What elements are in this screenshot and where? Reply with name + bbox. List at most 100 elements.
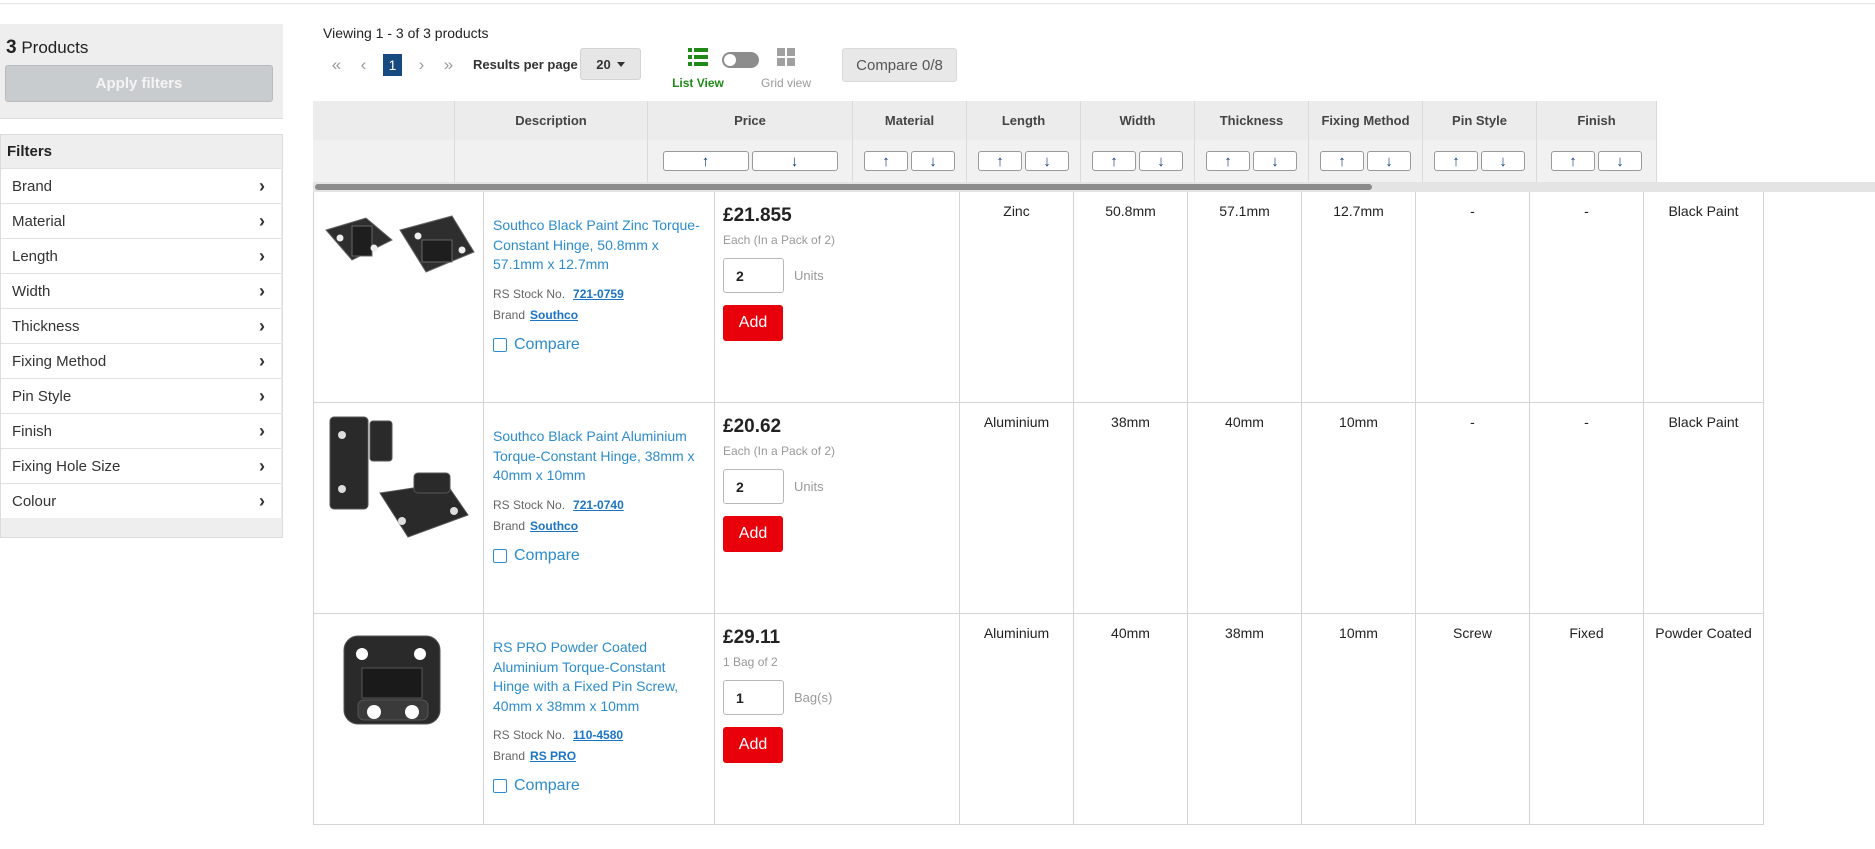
filter-label: Fixing Hole Size [12, 457, 121, 475]
results-per-page-select[interactable]: 20 [580, 48, 641, 80]
product-image[interactable] [322, 200, 478, 310]
column-header-length: Length [967, 101, 1081, 140]
compare-checkbox[interactable]: Compare [493, 336, 705, 354]
filter-label: Material [12, 212, 66, 230]
prev-page-icon[interactable]: ‹ [350, 55, 377, 75]
sort-ascending-button[interactable]: ↑ [1551, 151, 1595, 171]
stock-number-link[interactable]: 721-0740 [573, 498, 624, 512]
scrollbar-thumb[interactable] [315, 184, 1372, 190]
table-row: RS PRO Powder Coated Aluminium Torque-Co… [313, 614, 1764, 825]
add-to-basket-button[interactable]: Add [723, 727, 783, 763]
pack-info: Each (In a Pack of 2) [723, 233, 836, 247]
stock-number-link[interactable]: 721-0759 [573, 287, 624, 301]
attr-pin-style: - [1530, 403, 1644, 613]
sort-ascending-button[interactable]: ↑ [662, 151, 749, 171]
attr-thickness: 12.7mm [1302, 192, 1416, 402]
quantity-input[interactable]: 2 [723, 258, 784, 293]
filter-finish[interactable]: Finish › [1, 413, 281, 448]
compare-checkbox[interactable]: Compare [493, 777, 705, 795]
checkbox-icon[interactable] [493, 779, 507, 793]
compare-checkbox[interactable]: Compare [493, 547, 705, 565]
add-to-basket-button[interactable]: Add [723, 305, 783, 341]
checkbox-icon[interactable] [493, 548, 507, 563]
filter-thickness[interactable]: Thickness › [1, 308, 281, 343]
brand-link[interactable]: Southco [530, 308, 578, 322]
sort-descending-button[interactable]: ↓ [1481, 151, 1525, 171]
table-row: Southco Black Paint Aluminium Torque-Con… [313, 403, 1764, 614]
filter-fixing-method[interactable]: Fixing Method › [1, 343, 281, 378]
chevron-right-icon: › [259, 350, 265, 371]
last-page-icon[interactable]: » [435, 55, 462, 75]
sort-descending-button[interactable]: ↓ [1367, 151, 1411, 171]
filter-width[interactable]: Width › [1, 273, 281, 308]
brand: Brand Southco [493, 519, 705, 533]
product-image-cell [314, 614, 484, 824]
chevron-right-icon: › [259, 210, 265, 231]
table-header-row: Description Price Material Length Width Thick… [313, 101, 1657, 140]
quantity-input[interactable]: 2 [723, 469, 784, 504]
compare-label: Compare [514, 335, 580, 353]
attr-length: 50.8mm [1074, 192, 1188, 402]
sort-ascending-button[interactable]: ↑ [1206, 151, 1250, 171]
product-image[interactable] [322, 413, 478, 543]
checkbox-icon[interactable] [493, 337, 507, 352]
brand-label: Brand [493, 307, 526, 322]
filter-material[interactable]: Material › [1, 203, 281, 238]
brand: Brand RS PRO [493, 749, 705, 763]
attr-pin-style: Fixed [1530, 614, 1644, 824]
product-title-link[interactable]: Southco Black Paint Zinc Torque-Constant… [493, 216, 705, 275]
quantity-input[interactable]: 1 [723, 680, 784, 715]
column-header-description: Description [455, 101, 648, 140]
product-image-cell [314, 403, 484, 613]
filter-label: Fixing Method [12, 352, 107, 370]
attr-fixing-method: - [1416, 403, 1530, 613]
product-title-link[interactable]: RS PRO Powder Coated Aluminium Torque-Co… [493, 638, 705, 716]
first-page-icon[interactable]: « [323, 55, 350, 75]
pagination: « ‹ 1 › » [323, 53, 462, 77]
stock-number-link[interactable]: 110-4580 [573, 728, 623, 742]
stock-number: RS Stock No. 110-4580 [493, 728, 705, 742]
column-header-image [313, 101, 455, 140]
product-image[interactable] [322, 628, 478, 738]
attr-width: 57.1mm [1188, 192, 1302, 402]
sort-cell: ↑ ↓ [1537, 140, 1657, 182]
filter-fixing-hole-size[interactable]: Fixing Hole Size › [1, 448, 281, 483]
filter-brand[interactable]: Brand › [1, 168, 281, 203]
sort-descending-button[interactable]: ↓ [911, 151, 955, 171]
sort-ascending-button[interactable]: ↑ [978, 151, 1022, 171]
compare-button[interactable]: Compare 0/8 [842, 48, 957, 82]
add-to-basket-button[interactable]: Add [723, 516, 783, 552]
sort-ascending-button[interactable]: ↑ [1092, 151, 1136, 171]
current-page[interactable]: 1 [383, 54, 402, 76]
filter-pin-style[interactable]: Pin Style › [1, 378, 281, 413]
unit-label: Units [794, 479, 824, 494]
apply-filters-button[interactable]: Apply filters [5, 65, 273, 102]
sort-descending-button[interactable]: ↓ [1025, 151, 1069, 171]
unit-label: Units [794, 268, 824, 283]
sort-cell: ↑ ↓ [1423, 140, 1537, 182]
filter-length[interactable]: Length › [1, 238, 281, 273]
filter-label: Width [12, 282, 51, 300]
filter-label: Brand [12, 177, 53, 195]
attr-length: 38mm [1074, 403, 1188, 613]
product-title-link[interactable]: Southco Black Paint Aluminium Torque-Con… [493, 427, 705, 486]
sort-descending-button[interactable]: ↓ [1139, 151, 1183, 171]
attr-pin-style: - [1530, 192, 1644, 402]
grid-view-button[interactable]: Grid view [753, 48, 819, 90]
horizontal-scrollbar[interactable] [313, 182, 1875, 192]
sort-ascending-button[interactable]: ↑ [1434, 151, 1478, 171]
filter-label: Thickness [12, 317, 80, 335]
attr-finish: Black Paint [1644, 403, 1764, 613]
filter-colour[interactable]: Colour › [1, 483, 281, 518]
brand-link[interactable]: RS PRO [530, 749, 576, 763]
sort-descending-button[interactable]: ↓ [751, 151, 838, 171]
sort-ascending-button[interactable]: ↑ [1320, 151, 1364, 171]
brand-link[interactable]: Southco [530, 519, 578, 533]
next-page-icon[interactable]: › [408, 55, 435, 75]
sort-ascending-button[interactable]: ↑ [864, 151, 908, 171]
list-view-button[interactable]: List View [668, 48, 728, 90]
attr-finish: Powder Coated [1644, 614, 1764, 824]
sort-descending-button[interactable]: ↓ [1253, 151, 1297, 171]
chevron-right-icon: › [259, 385, 265, 406]
sort-descending-button[interactable]: ↓ [1598, 151, 1642, 171]
